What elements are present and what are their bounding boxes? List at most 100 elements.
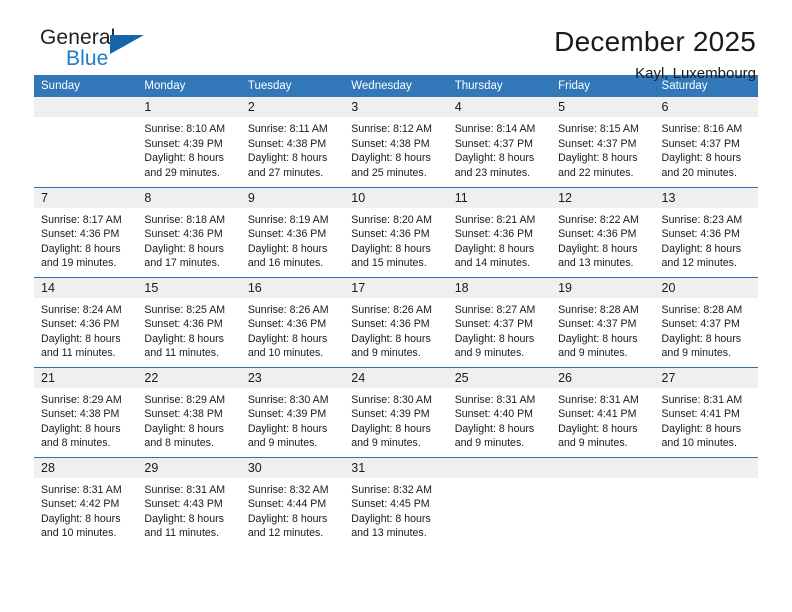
calendar-day-cell[interactable]: 9 Sunrise: 8:19 AM Sunset: 4:36 PM Daylight… bbox=[240, 186, 345, 277]
calendar-day-cell[interactable]: 19 Sunrise: 8:28 AM Sunset: 4:37 PM Dayligh… bbox=[551, 276, 655, 367]
sunrise-time: Sunrise: 8:31 AM bbox=[661, 393, 743, 406]
calendar-day-cell[interactable]: 7 Sunrise: 8:17 AM Sunset: 4:36 PM Daylight… bbox=[34, 186, 138, 277]
daylight-duration-line1: Daylight: 8 hours bbox=[247, 152, 328, 165]
daylight-duration-line2: and 16 minutes. bbox=[247, 257, 324, 270]
general-blue-logo[interactable]: General Blue bbox=[34, 26, 194, 82]
daylight-duration-line1: Daylight: 8 hours bbox=[41, 332, 121, 345]
sunrise-time: Sunrise: 8:29 AM bbox=[41, 393, 122, 406]
daylight-duration-line1: Daylight: 8 hours bbox=[661, 332, 742, 345]
daylight-duration-line1: Daylight: 8 hours bbox=[41, 512, 121, 525]
calendar-day-cell[interactable]: 8 Sunrise: 8:18 AM Sunset: 4:36 PM Daylight… bbox=[137, 186, 241, 277]
sunset-time: Sunset: 4:37 PM bbox=[558, 137, 637, 150]
daylight-duration-line2: and 10 minutes. bbox=[41, 527, 117, 540]
daylight-duration-line1: Daylight: 8 hours bbox=[247, 512, 328, 525]
day-sun-info: Sunrise: 8:21 AM Sunset: 4:36 PM Daylight:… bbox=[448, 208, 551, 271]
calendar-day-cell[interactable]: 22 Sunrise: 8:29 AM Sunset: 4:38 PM Dayligh… bbox=[137, 366, 241, 457]
calendar-day-cell[interactable]: 26 Sunrise: 8:31 AM Sunset: 4:41 PM Dayligh… bbox=[551, 366, 655, 457]
sunrise-time: Sunrise: 8:18 AM bbox=[144, 213, 226, 226]
weekday-header-wednesday: Wednesday bbox=[344, 75, 448, 97]
daylight-duration-line2: and 12 minutes. bbox=[247, 527, 324, 540]
calendar-day-cell[interactable]: 4 Sunrise: 8:14 AM Sunset: 4:37 PM Daylight… bbox=[447, 97, 552, 187]
calendar-day-cell[interactable]: 28 Sunrise: 8:31 AM Sunset: 4:42 PM Dayligh… bbox=[34, 456, 138, 547]
calendar-day-cell[interactable]: 25 Sunrise: 8:31 AM Sunset: 4:40 PM Dayligh… bbox=[447, 366, 552, 457]
calendar-week-row: 1 Sunrise: 8:10 AM Sunset: 4:39 PM Daylight… bbox=[34, 97, 758, 187]
calendar-day-cell[interactable]: 2 Sunrise: 8:11 AM Sunset: 4:38 PM Daylight… bbox=[240, 97, 345, 187]
calendar-day-cell[interactable]: 6 Sunrise: 8:16 AM Sunset: 4:37 PM Daylight… bbox=[654, 97, 758, 187]
sunset-time: Sunset: 4:43 PM bbox=[144, 498, 223, 511]
day-number: 7 bbox=[34, 187, 138, 208]
daylight-duration-line2: and 25 minutes. bbox=[351, 166, 427, 179]
calendar-day-cell[interactable]: 31 Sunrise: 8:32 AM Sunset: 4:45 PM Dayligh… bbox=[344, 456, 448, 547]
sunset-time: Sunset: 4:44 PM bbox=[247, 498, 327, 511]
calendar-day-cell[interactable]: 11 Sunrise: 8:21 AM Sunset: 4:36 PM Dayligh… bbox=[447, 186, 552, 277]
sunset-time: Sunset: 4:41 PM bbox=[558, 408, 637, 421]
sunrise-time: Sunrise: 8:10 AM bbox=[144, 123, 226, 135]
calendar-day-cell[interactable]: 21 Sunrise: 8:29 AM Sunset: 4:38 PM Dayligh… bbox=[34, 366, 138, 457]
calendar-week-row: 28 Sunrise: 8:31 AM Sunset: 4:42 PM Dayligh… bbox=[34, 456, 758, 547]
sunrise-time: Sunrise: 8:20 AM bbox=[351, 213, 432, 226]
sunset-time: Sunset: 4:38 PM bbox=[144, 408, 223, 421]
calendar-day-cell[interactable]: 17 Sunrise: 8:26 AM Sunset: 4:36 PM Dayligh… bbox=[344, 276, 448, 367]
sunset-time: Sunset: 4:36 PM bbox=[661, 228, 740, 241]
calendar-day-cell[interactable]: 15 Sunrise: 8:25 AM Sunset: 4:36 PM Dayligh… bbox=[137, 276, 241, 367]
day-number: 22 bbox=[137, 367, 241, 388]
sunrise-time: Sunrise: 8:14 AM bbox=[454, 123, 536, 135]
calendar-day-cell[interactable]: 27 Sunrise: 8:31 AM Sunset: 4:41 PM Dayligh… bbox=[654, 366, 758, 457]
daylight-duration-line1: Daylight: 8 hours bbox=[247, 332, 328, 345]
calendar-day-cell[interactable]: 3 Sunrise: 8:12 AM Sunset: 4:38 PM Daylight… bbox=[344, 97, 448, 187]
daylight-duration-line1: Daylight: 8 hours bbox=[661, 242, 742, 255]
day-sun-info: Sunrise: 8:31 AM Sunset: 4:42 PM Daylight:… bbox=[34, 478, 137, 541]
day-sun-info: Sunrise: 8:17 AM Sunset: 4:36 PM Daylight:… bbox=[34, 208, 137, 271]
day-number: 6 bbox=[654, 97, 758, 117]
day-number bbox=[654, 457, 758, 478]
sunset-time: Sunset: 4:37 PM bbox=[454, 318, 534, 331]
day-number: 29 bbox=[137, 457, 241, 478]
day-number: 17 bbox=[344, 277, 448, 298]
daylight-duration-line2: and 27 minutes. bbox=[247, 166, 324, 179]
page-header: General Blue December 2025 Kayl, Luxembo… bbox=[34, 0, 758, 82]
daylight-duration-line2: and 9 minutes. bbox=[558, 347, 628, 360]
sunset-time: Sunset: 4:36 PM bbox=[41, 228, 120, 241]
sunrise-time: Sunrise: 8:30 AM bbox=[351, 393, 432, 406]
sunrise-time: Sunrise: 8:27 AM bbox=[454, 303, 536, 316]
day-number: 18 bbox=[447, 277, 552, 298]
day-number: 23 bbox=[240, 367, 345, 388]
calendar-day-cell[interactable]: 5 Sunrise: 8:15 AM Sunset: 4:37 PM Daylight… bbox=[551, 97, 655, 187]
calendar-day-cell[interactable]: 18 Sunrise: 8:27 AM Sunset: 4:37 PM Dayligh… bbox=[447, 276, 552, 367]
calendar-day-cell[interactable]: 20 Sunrise: 8:28 AM Sunset: 4:37 PM Dayligh… bbox=[654, 276, 758, 367]
day-number: 13 bbox=[654, 187, 758, 208]
calendar-day-cell[interactable]: 14 Sunrise: 8:24 AM Sunset: 4:36 PM Dayligh… bbox=[34, 276, 138, 367]
calendar-day-cell[interactable]: 1 Sunrise: 8:10 AM Sunset: 4:39 PM Daylight… bbox=[137, 97, 241, 187]
daylight-duration-line2: and 10 minutes. bbox=[661, 437, 737, 450]
calendar-day-cell[interactable]: 30 Sunrise: 8:32 AM Sunset: 4:44 PM Dayligh… bbox=[240, 456, 345, 547]
calendar-day-cell-empty bbox=[447, 456, 552, 547]
daylight-duration-line1: Daylight: 8 hours bbox=[144, 422, 224, 435]
calendar-day-cell[interactable]: 29 Sunrise: 8:31 AM Sunset: 4:43 PM Dayligh… bbox=[137, 456, 241, 547]
sunrise-time: Sunrise: 8:17 AM bbox=[41, 213, 122, 226]
day-cell-content: 14 Sunrise: 8:24 AM Sunset: 4:36 PM Dayligh… bbox=[34, 277, 138, 367]
calendar-day-cell[interactable]: 16 Sunrise: 8:26 AM Sunset: 4:36 PM Dayligh… bbox=[240, 276, 345, 367]
sunrise-time: Sunrise: 8:30 AM bbox=[247, 393, 329, 406]
calendar-day-cell[interactable]: 12 Sunrise: 8:22 AM Sunset: 4:36 PM Dayligh… bbox=[551, 186, 655, 277]
daylight-duration-line1: Daylight: 8 hours bbox=[351, 422, 431, 435]
day-cell-content: 24 Sunrise: 8:30 AM Sunset: 4:39 PM Dayligh… bbox=[344, 367, 448, 457]
calendar-day-cell[interactable]: 24 Sunrise: 8:30 AM Sunset: 4:39 PM Dayligh… bbox=[344, 366, 448, 457]
daylight-duration-line1: Daylight: 8 hours bbox=[558, 422, 638, 435]
calendar-day-cell[interactable]: 10 Sunrise: 8:20 AM Sunset: 4:36 PM Dayligh… bbox=[344, 186, 448, 277]
day-cell-content: 1 Sunrise: 8:10 AM Sunset: 4:39 PM Daylight… bbox=[137, 97, 241, 186]
sunset-time: Sunset: 4:39 PM bbox=[144, 137, 223, 150]
sunset-time: Sunset: 4:38 PM bbox=[351, 137, 430, 150]
sunset-time: Sunset: 4:36 PM bbox=[558, 228, 637, 241]
day-cell-content: 26 Sunrise: 8:31 AM Sunset: 4:41 PM Dayligh… bbox=[551, 367, 655, 457]
day-sun-info: Sunrise: 8:24 AM Sunset: 4:36 PM Daylight:… bbox=[34, 298, 137, 361]
day-cell-content: 12 Sunrise: 8:22 AM Sunset: 4:36 PM Dayligh… bbox=[551, 187, 655, 277]
daylight-duration-line1: Daylight: 8 hours bbox=[454, 422, 535, 435]
calendar-day-cell[interactable]: 23 Sunrise: 8:30 AM Sunset: 4:39 PM Dayligh… bbox=[240, 366, 345, 457]
sunrise-time: Sunrise: 8:21 AM bbox=[454, 213, 536, 226]
sunrise-time: Sunrise: 8:31 AM bbox=[144, 483, 226, 496]
sunset-time: Sunset: 4:39 PM bbox=[247, 408, 327, 421]
day-sun-info: Sunrise: 8:30 AM Sunset: 4:39 PM Daylight:… bbox=[344, 388, 447, 451]
daylight-duration-line2: and 23 minutes. bbox=[454, 166, 531, 179]
calendar-day-cell[interactable]: 13 Sunrise: 8:23 AM Sunset: 4:36 PM Dayligh… bbox=[654, 186, 758, 277]
sunset-time: Sunset: 4:37 PM bbox=[558, 318, 637, 331]
